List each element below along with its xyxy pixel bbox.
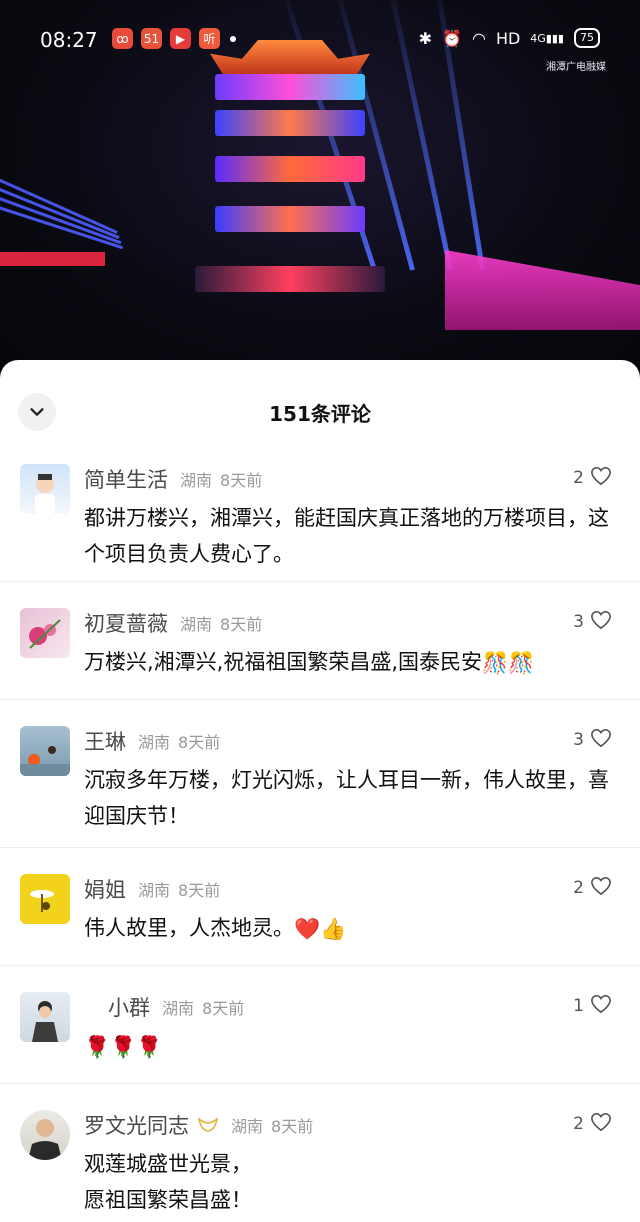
- bluetooth-icon: ✱: [418, 28, 433, 48]
- comment-item: 娟姐 湖南 8天前 2 伟人故里，人杰地灵。❤️👍: [0, 848, 640, 966]
- location: 湖南: [180, 471, 213, 490]
- comment-item: 初夏蔷薇 湖南 8天前 3 万楼兴,湘潭兴,祝福祖国繁荣昌盛,国泰民安🎊🎊: [0, 582, 640, 700]
- clock: 08:27: [40, 28, 98, 52]
- like-count: 2: [573, 878, 584, 898]
- listen-app-icon: 听: [199, 28, 220, 49]
- battery-icon: 75: [574, 28, 600, 48]
- comment-meta: 简单生活 湖南 8天前: [84, 464, 610, 494]
- comment-text: 万楼兴,湘潭兴,祝福祖国繁荣昌盛,国泰民安: [84, 650, 483, 674]
- sheet-header: 151条评论: [0, 360, 640, 464]
- timestamp: 8天前: [271, 1117, 314, 1136]
- comment-list: 简单生活 湖南 8天前 2 都讲万楼兴，湘潭兴，能赶国庆真正落地的万楼项目，这个…: [0, 464, 640, 1222]
- wifi-icon: ◠: [471, 28, 486, 48]
- heart-icon: [590, 1112, 612, 1136]
- avatar[interactable]: [20, 608, 70, 658]
- status-bar: 08:27 ꝏ 51 ▶ 听 ✱ ⏰ ◠ HD 4G▮▮▮ 75: [0, 20, 640, 60]
- pink-bridge: [445, 250, 640, 330]
- like-count: 3: [573, 730, 584, 750]
- channel-watermark: 湘潭广电融媒: [546, 62, 606, 73]
- light-beams-left: [0, 160, 124, 250]
- rose-emoji: 🌹🌹🌹: [84, 1035, 163, 1059]
- timestamp: 8天前: [220, 471, 263, 490]
- like-button[interactable]: 3: [573, 728, 612, 752]
- comment-text: 都讲万楼兴，湘潭兴，能赶国庆真正落地的万楼项目，这个项目负责人费心了。: [84, 506, 609, 566]
- timestamp: 8天前: [178, 881, 221, 900]
- timestamp: 8天前: [178, 733, 221, 752]
- user-name[interactable]: 小群: [108, 992, 150, 1022]
- user-name[interactable]: 罗文光同志: [84, 1110, 189, 1140]
- avatar[interactable]: [20, 464, 70, 514]
- comment-text: 伟人故里，人杰地灵。: [84, 916, 294, 940]
- video-play-icon: ▶: [170, 28, 191, 49]
- celebration-emoji: 🎊🎊: [482, 651, 535, 675]
- signal-icon: 4G▮▮▮: [530, 31, 564, 45]
- like-button[interactable]: 2: [573, 1112, 612, 1136]
- vip-badge-icon: [197, 1117, 219, 1132]
- comment-meta: 王琳 湖南 8天前: [84, 726, 610, 756]
- heart-icon: [590, 876, 612, 900]
- avatar[interactable]: [20, 992, 70, 1042]
- avatar[interactable]: [20, 874, 70, 924]
- comment-count-title: 151条评论: [269, 402, 371, 426]
- location: 湖南: [231, 1117, 264, 1136]
- app-51-icon: 51: [141, 28, 162, 49]
- like-button[interactable]: 2: [573, 876, 612, 900]
- comment-item: 小群 湖南 8天前 1 🌹🌹🌹: [0, 966, 640, 1084]
- comment-text: 沉寂多年万楼，灯光闪烁，让人耳目一新，伟人故里，喜迎国庆节！: [84, 768, 609, 828]
- tower-building: [190, 30, 390, 310]
- comment-item: 罗文光同志 湖南 8天前 2 观莲城盛世光景， 愿祖国繁荣昌盛！: [0, 1084, 640, 1222]
- comments-sheet: 151条评论 简单生活 湖南 8天前 2 都讲万楼兴，湘潭兴，能赶国庆真正落地的…: [0, 360, 640, 1222]
- location: 湖南: [162, 999, 195, 1018]
- comment-item: 简单生活 湖南 8天前 2 都讲万楼兴，湘潭兴，能赶国庆真正落地的万楼项目，这个…: [0, 464, 640, 582]
- hd-label: HD: [495, 28, 521, 48]
- red-light-strip: [0, 252, 105, 266]
- comment-meta: 小群 湖南 8天前: [84, 992, 610, 1022]
- heart-icon: [590, 610, 612, 634]
- system-icons: ✱ ⏰ ◠ HD 4G▮▮▮ 75: [419, 28, 600, 48]
- alarm-icon: ⏰: [442, 28, 462, 48]
- like-button[interactable]: 1: [573, 994, 612, 1018]
- comment-meta: 罗文光同志 湖南 8天前: [84, 1110, 610, 1140]
- avatar[interactable]: [20, 1110, 70, 1160]
- user-name[interactable]: 初夏蔷薇: [84, 608, 168, 638]
- heart-icon: [590, 994, 612, 1018]
- location: 湖南: [138, 733, 171, 752]
- like-button[interactable]: 3: [573, 610, 612, 634]
- like-count: 3: [573, 612, 584, 632]
- comment-text: 观莲城盛世光景， 愿祖国繁荣昌盛！: [84, 1152, 252, 1212]
- comment-item: 王琳 湖南 8天前 3 沉寂多年万楼，灯光闪烁，让人耳目一新，伟人故里，喜迎国庆…: [0, 700, 640, 848]
- timestamp: 8天前: [202, 999, 245, 1018]
- timestamp: 8天前: [220, 615, 263, 634]
- avatar[interactable]: [20, 726, 70, 776]
- like-count: 2: [573, 1114, 584, 1134]
- comment-body: 万楼兴,湘潭兴,祝福祖国繁荣昌盛,国泰民安🎊🎊: [84, 644, 610, 681]
- heart-icon: [590, 466, 612, 490]
- user-name[interactable]: 娟姐: [84, 874, 126, 904]
- user-name[interactable]: 王琳: [84, 726, 126, 756]
- like-count: 2: [573, 468, 584, 488]
- qq-music-icon: ꝏ: [112, 28, 133, 49]
- like-button[interactable]: 2: [573, 466, 612, 490]
- heart-icon: [590, 728, 612, 752]
- user-name[interactable]: 简单生活: [84, 464, 168, 494]
- comment-meta: 娟姐 湖南 8天前: [84, 874, 610, 904]
- more-notifications-dot: [230, 36, 236, 42]
- like-count: 1: [573, 996, 584, 1016]
- comment-body: 伟人故里，人杰地灵。❤️👍: [84, 910, 610, 947]
- notification-icons: ꝏ 51 ▶ 听: [112, 28, 236, 49]
- heart-thumbsup-emoji: ❤️👍: [294, 917, 347, 941]
- location: 湖南: [180, 615, 213, 634]
- comment-meta: 初夏蔷薇 湖南 8天前: [84, 608, 610, 638]
- comment-body: 🌹🌹🌹: [84, 1028, 610, 1065]
- location: 湖南: [138, 881, 171, 900]
